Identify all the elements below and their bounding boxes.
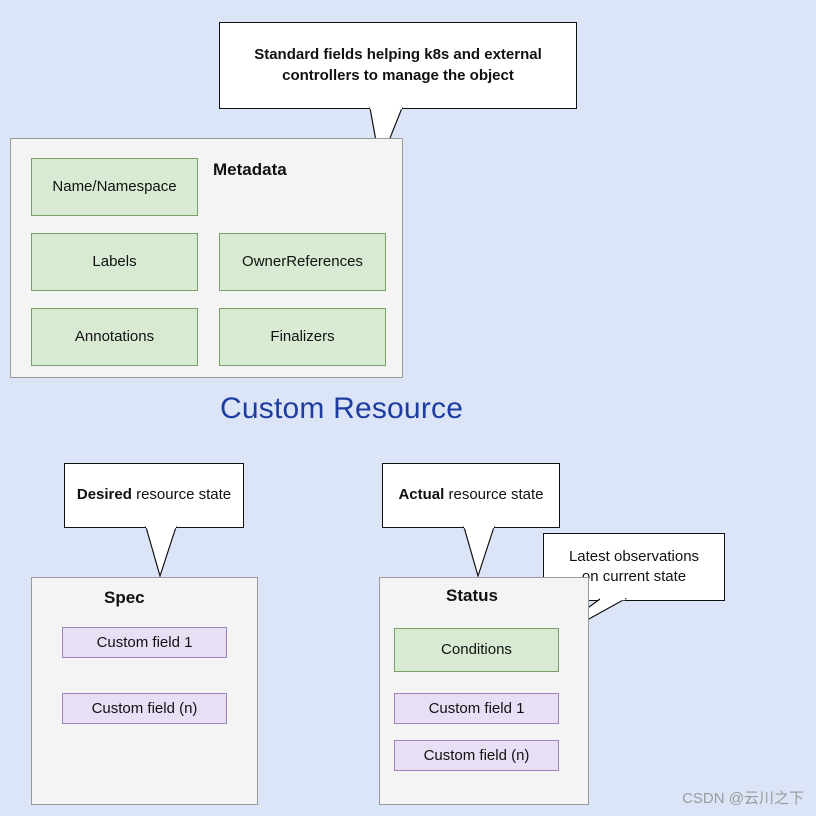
status-field-custom-1: Custom field 1 — [394, 693, 559, 724]
status-field-custom-n: Custom field (n) — [394, 740, 559, 771]
watermark: CSDN @云川之下 — [682, 790, 804, 807]
callout-metadata-note: Standard fields helping k8s and external… — [219, 22, 577, 109]
callout-spec-note: Desired resource state — [64, 463, 244, 528]
diagram-canvas: Standard fields helping k8s and external… — [0, 0, 816, 816]
metadata-panel-title: Metadata — [213, 160, 287, 179]
callout-spec-note-rest: resource state — [131, 486, 232, 504]
metadata-field-labels: Labels — [31, 233, 198, 291]
callout-status-note-rest: resource state — [444, 486, 544, 504]
spec-field-custom-1: Custom field 1 — [62, 627, 227, 658]
spec-panel-title: Spec — [104, 588, 145, 607]
callout-metadata-note-line1: Standard fields helping k8s and external — [254, 46, 542, 64]
metadata-field-name-namespace: Name/Namespace — [31, 158, 198, 216]
callout-metadata-note-line2: controllers to manage the object — [282, 66, 514, 84]
diagram-title: Custom Resource — [220, 392, 464, 425]
callout-spec-note-bold: Desired — [76, 486, 132, 504]
status-field-conditions: Conditions — [394, 628, 559, 672]
callout-status-tail — [463, 525, 495, 579]
spec-field-custom-n: Custom field (n) — [62, 693, 227, 724]
callout-conditions-note-line2: on current state — [581, 568, 687, 585]
callout-status-note-bold: Actual — [398, 486, 445, 504]
callout-spec-tail — [145, 525, 177, 579]
metadata-field-annotations: Annotations — [31, 308, 198, 366]
status-panel-title: Status — [446, 586, 498, 605]
callout-conditions-note-line1: Latest observations — [568, 547, 700, 565]
metadata-field-finalizers: Finalizers — [219, 308, 386, 366]
spec-panel — [31, 577, 258, 805]
metadata-field-ownerreferences: OwnerReferences — [219, 233, 386, 291]
callout-status-note: Actual resource state — [382, 463, 560, 528]
